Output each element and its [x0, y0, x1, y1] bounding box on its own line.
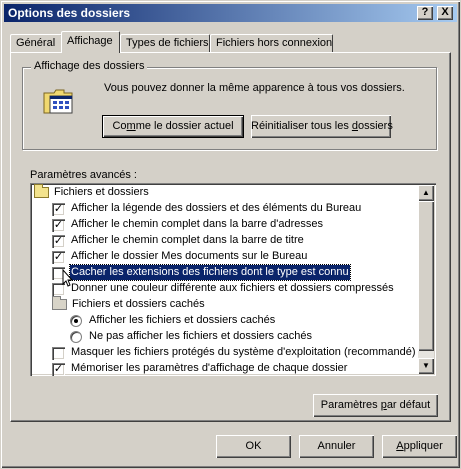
list-item-label: Afficher le chemin complet dans la barre… — [71, 234, 304, 246]
checkbox-checked[interactable]: ✓ — [52, 235, 65, 248]
restore-defaults-button[interactable]: Paramètres par défaut — [313, 394, 438, 417]
list-item-label: Fichiers et dossiers — [54, 186, 149, 198]
checkbox-unchecked[interactable] — [52, 347, 65, 360]
button-accelerator: m — [126, 120, 136, 132]
list-item-label: Ne pas afficher les fichiers et dossiers… — [89, 330, 312, 342]
radio-selected[interactable] — [70, 315, 82, 327]
close-button[interactable]: X — [437, 6, 453, 20]
advanced-settings-label: Paramètres avancés : — [30, 169, 137, 181]
folder-icon — [52, 296, 67, 310]
list-item-label: Afficher le chemin complet dans la barre… — [71, 218, 323, 230]
folder-options-icon — [43, 89, 73, 114]
button-text: Co — [112, 120, 127, 132]
checkbox-checked[interactable]: ✓ — [52, 219, 65, 232]
tab-types-de-fichiers[interactable]: Types de fichiers — [120, 34, 210, 52]
radio-unselected[interactable] — [70, 331, 82, 343]
folder-options-dialog: Options des dossiers ? X Général Afficha… — [0, 0, 461, 469]
list-item-label: Fichiers et dossiers cachés — [72, 298, 205, 310]
advanced-settings-list[interactable]: Fichiers et dossiers ✓ Afficher la légen… — [30, 183, 436, 376]
cancel-button[interactable]: Annuler — [299, 435, 374, 458]
button-text: ossiers — [358, 120, 393, 132]
scroll-down-icon[interactable]: ▼ — [418, 358, 434, 374]
checkbox-checked[interactable]: ✓ — [52, 203, 65, 216]
list-item-label: Afficher la légende des dossiers et des … — [71, 202, 362, 214]
checkbox-checked[interactable]: ✓ — [52, 363, 65, 376]
apply-button[interactable]: Appliquer — [382, 435, 457, 458]
ok-button[interactable]: OK — [216, 435, 291, 458]
tab-fichiers-hors-connexion[interactable]: Fichiers hors connexion — [210, 34, 333, 52]
scrollbar-thumb[interactable] — [418, 201, 434, 351]
list-item-label: Afficher les fichiers et dossiers cachés — [89, 314, 276, 326]
button-accelerator: A — [396, 440, 404, 452]
mouse-pointer-icon — [62, 269, 74, 287]
folder-view-description: Vous pouvez donner la même apparence à t… — [104, 82, 405, 94]
reset-all-folders-button[interactable]: Réinitialiser tous les dossiers — [251, 115, 393, 138]
list-item-label: Mémoriser les paramètres d'affichage de … — [71, 362, 348, 374]
tab-strip: Général Affichage Types de fichiers Fich… — [10, 31, 450, 53]
list-item-label: Cacher les extensions des fichiers dont … — [69, 264, 351, 281]
button-text: me le dossier actuel — [135, 120, 234, 132]
list-item-label: Afficher le dossier Mes documents sur le… — [71, 250, 308, 262]
scroll-up-icon[interactable]: ▲ — [418, 185, 434, 201]
window-title: Options des dossiers — [8, 6, 131, 20]
title-bar[interactable]: Options des dossiers ? X — [4, 4, 457, 22]
help-button[interactable]: ? — [417, 6, 433, 20]
button-text: ar défaut — [386, 399, 431, 411]
list-item-label: Masquer les fichiers protégés du système… — [71, 346, 416, 358]
button-text: Réinitialiser tous les — [251, 120, 352, 132]
tab-general[interactable]: Général — [10, 34, 62, 52]
button-text: Paramètres — [320, 399, 381, 411]
button-text: ppliquer — [403, 440, 443, 452]
apply-to-all-folders-button[interactable]: Comme le dossier actuel — [102, 115, 244, 138]
list-item-label: Donner une couleur différente aux fichie… — [71, 282, 394, 294]
tab-affichage[interactable]: Affichage — [61, 31, 120, 53]
folder-view-group-label: Affichage des dossiers — [31, 60, 148, 72]
checkbox-checked[interactable]: ✓ — [52, 251, 65, 264]
vertical-scrollbar[interactable]: ▲ ▼ — [418, 185, 434, 374]
folder-icon — [34, 184, 49, 198]
